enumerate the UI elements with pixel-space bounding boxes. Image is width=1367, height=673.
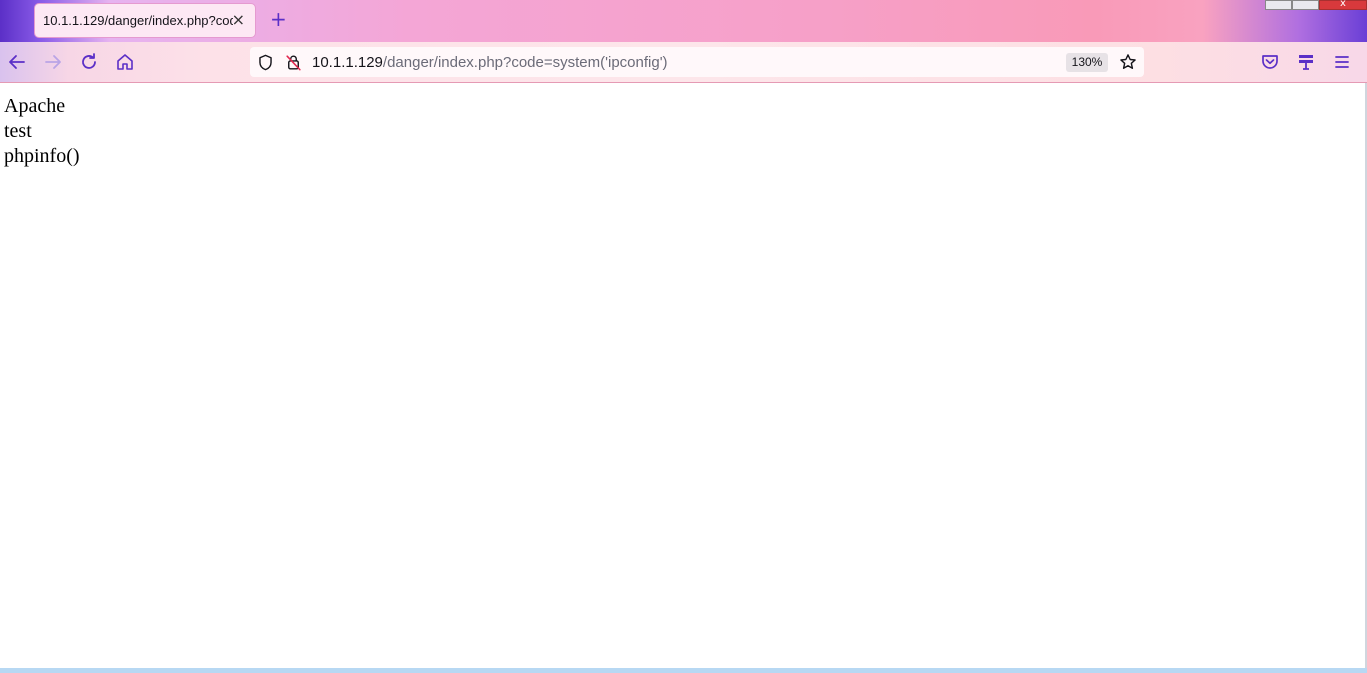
url-host: 10.1.1.129 [312,54,383,71]
address-bar[interactable]: 10.1.1.129/danger/index.php?code=system(… [250,47,1144,77]
window-controls: x [1265,0,1367,11]
extension-icon [1299,55,1313,70]
pocket-button[interactable] [1258,50,1282,74]
active-tab[interactable]: 10.1.1.129/danger/index.php?code=system(… [34,3,256,38]
tab-close-icon[interactable]: × [232,12,245,28]
minimize-button[interactable] [1265,0,1292,10]
tracking-shield-icon[interactable] [256,53,275,72]
navigation-toolbar: 10.1.1.129/danger/index.php?code=system(… [0,42,1367,83]
home-icon [117,54,133,70]
tab-bar: 10.1.1.129/danger/index.php?code=system(… [0,0,1367,42]
page-text-line: phpinfo() [4,145,80,167]
menu-icon [1335,56,1349,68]
back-icon [9,55,25,69]
page-content: Apache test phpinfo() [0,83,1367,668]
page-text-line: Apache [4,95,66,117]
window-close-button[interactable]: x [1319,0,1367,10]
zoom-indicator[interactable]: 130% [1066,53,1108,72]
reload-button[interactable] [77,50,101,74]
new-tab-button[interactable]: + [270,9,287,29]
page-text-line: test [4,120,32,142]
forward-icon [45,55,61,69]
menu-button[interactable] [1330,50,1354,74]
maximize-button[interactable] [1292,0,1319,10]
url-path: /danger/index.php?code=system('ipconfig'… [382,54,668,71]
window-bottom-border [0,668,1367,673]
bookmark-star-icon[interactable] [1118,52,1138,72]
url-text[interactable]: 10.1.1.129/danger/index.php?code=system(… [312,54,668,71]
reload-icon [82,53,96,69]
pocket-icon [1262,55,1278,69]
home-button[interactable] [113,50,137,74]
insecure-lock-icon[interactable] [284,53,303,72]
back-button[interactable] [5,50,29,74]
forward-button[interactable] [41,50,65,74]
tab-title: 10.1.1.129/danger/index.php?code=system(… [43,13,233,28]
extension-button[interactable] [1294,50,1318,74]
